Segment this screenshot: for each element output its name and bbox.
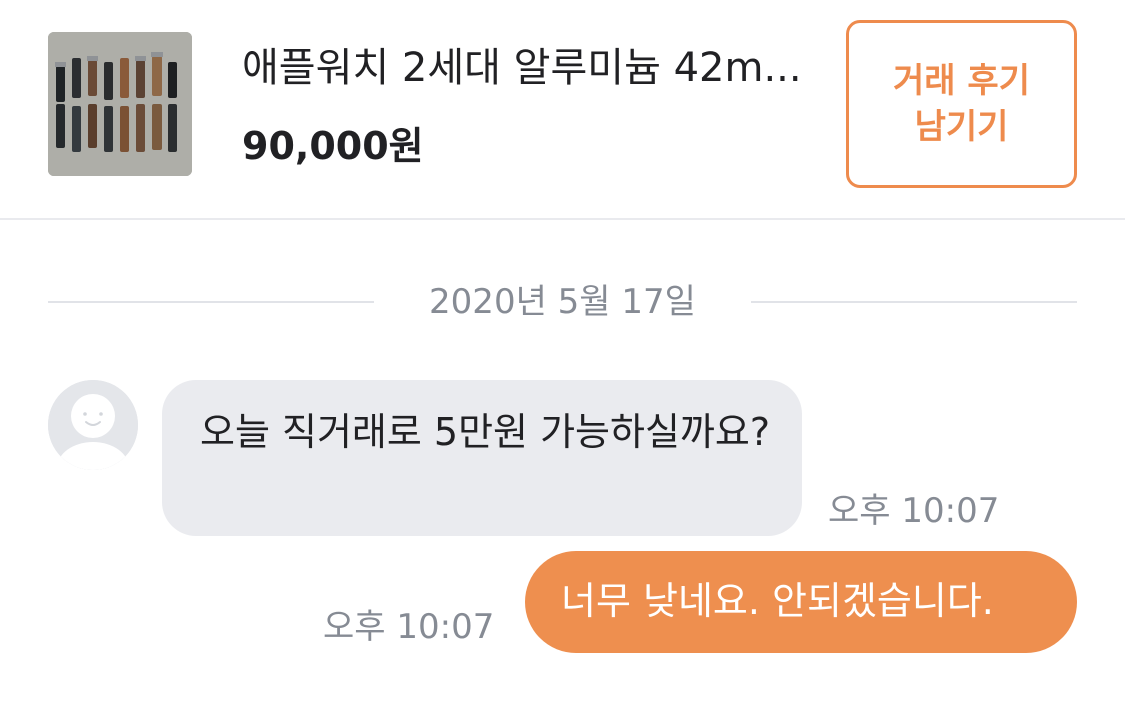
- product-header: 애플워치 2세대 알루미늄 42m... 90,000원 거래 후기 남기기: [0, 0, 1125, 220]
- outgoing-message-bubble[interactable]: 너무 낮네요. 안되겠습니다.: [525, 551, 1077, 653]
- product-title[interactable]: 애플워치 2세대 알루미늄 42m...: [242, 40, 822, 96]
- default-avatar-icon: [48, 380, 138, 470]
- product-price: 90,000원: [242, 124, 424, 168]
- leave-review-button[interactable]: 거래 후기 남기기: [846, 20, 1077, 188]
- incoming-message-time: 오후 10:07: [828, 491, 1000, 531]
- product-thumbnail[interactable]: [48, 32, 192, 176]
- divider-line-right: [751, 301, 1077, 303]
- review-button-label-line1: 거래 후기: [893, 61, 1030, 101]
- user-avatar[interactable]: [48, 380, 138, 470]
- review-button-label-line2: 남기기: [914, 107, 1009, 147]
- incoming-message-bubble[interactable]: 오늘 직거래로 5만원 가능하실까요?: [162, 380, 802, 536]
- date-divider: 2020년 5월 17일: [48, 278, 1077, 326]
- watch-bands-photo-icon: [48, 32, 192, 176]
- outgoing-message-time: 오후 10:07: [323, 607, 495, 647]
